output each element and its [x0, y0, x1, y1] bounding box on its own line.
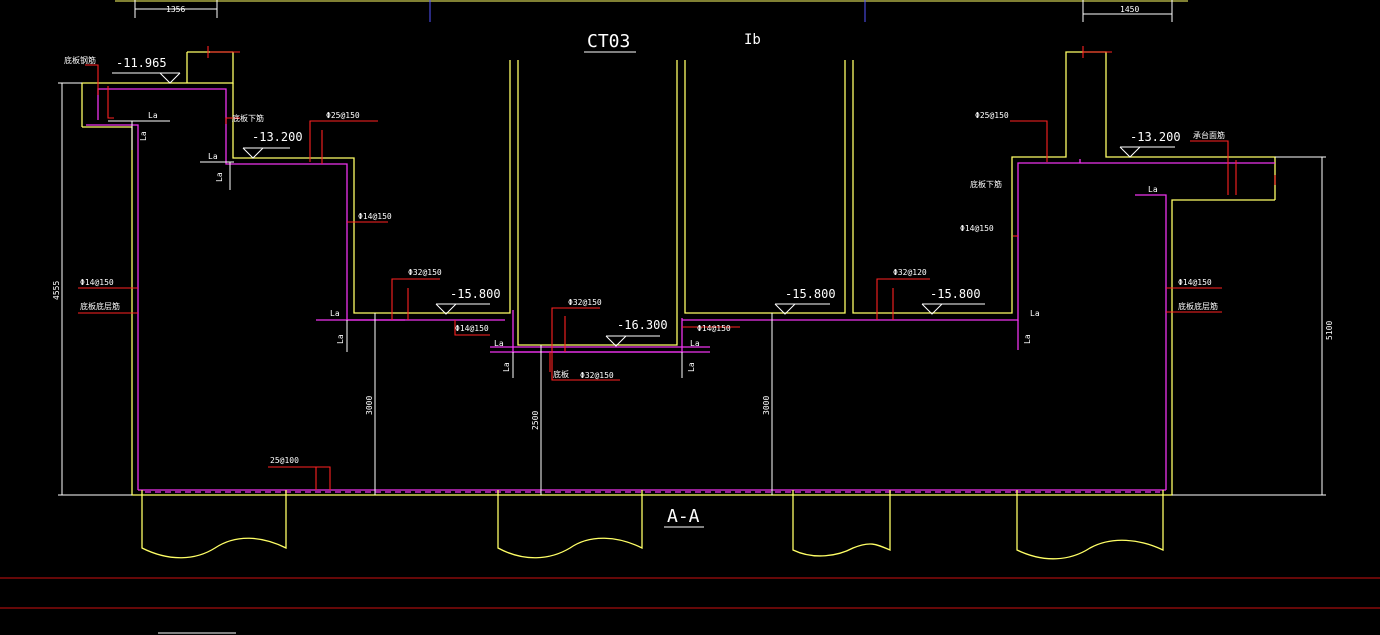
- level-right-step: -13.200: [1130, 130, 1181, 144]
- rebar-pit-right: Φ14@150: [697, 324, 731, 333]
- rebar-pit-bottom: Φ32@150: [580, 371, 614, 380]
- rebar-left-slab: Φ14@150: [455, 324, 489, 333]
- dim-left-height: 4555: [52, 281, 61, 300]
- dim-mid-b: 2500: [531, 411, 540, 430]
- note-left-outer: 底板底层筋: [80, 301, 120, 311]
- level-markers: -11.965 -13.200 -15.800 -16.300 -15.800 …: [112, 56, 1181, 347]
- top-dim-left: 1356: [166, 5, 185, 14]
- rebar-right-top: Φ25@150: [975, 111, 1009, 120]
- la-label-9: La: [690, 339, 700, 348]
- rebar-left-wall: Φ14@150: [358, 212, 392, 221]
- la-label-7: La: [494, 339, 504, 348]
- top-dim-right: 1450: [1120, 5, 1139, 14]
- dim-mid-a: 3000: [365, 396, 374, 415]
- la-label-2: La: [139, 131, 148, 141]
- la-label-5: La: [330, 309, 340, 318]
- note-left-top: 底板钢筋: [64, 55, 96, 65]
- la-label-3: La: [208, 152, 218, 161]
- level-left-step: -13.200: [252, 130, 303, 144]
- dimension-lines: 4555 5100 3000 2500 3000: [52, 82, 1334, 496]
- rebar-left-top: Φ25@150: [326, 111, 360, 120]
- note-pit-bottom: 底板: [553, 369, 569, 379]
- rebar-pit: Φ32@150: [568, 298, 602, 307]
- rebar-left-mid: Φ32@150: [408, 268, 442, 277]
- la-label-12: La: [1023, 334, 1032, 344]
- dim-mid-c: 3000: [762, 396, 771, 415]
- note-left-step: 底板下筋: [232, 113, 264, 123]
- la-label-1: La: [148, 111, 158, 120]
- rebar-bottom: 25@100: [270, 456, 299, 465]
- rebar-left-outer: Φ14@150: [80, 278, 114, 287]
- level-mid-left: -15.800: [450, 287, 501, 301]
- level-pit: -16.300: [617, 318, 668, 332]
- anchor-markers: La La La La La La La La La La La La La: [108, 111, 1158, 378]
- cad-section-drawing: 1356 1450 CT03 Ib A-A -11.965 -13.200 -1…: [0, 0, 1380, 634]
- cap-label: CT03: [587, 31, 630, 52]
- level-right-inner: -15.800: [930, 287, 981, 301]
- note-right-outer: 底板底层筋: [1178, 301, 1218, 311]
- la-label-11: La: [1030, 309, 1040, 318]
- la-label-13: La: [1148, 185, 1158, 194]
- la-label-8: La: [502, 362, 511, 372]
- section-label: A-A: [667, 506, 700, 527]
- cap-sub-label: Ib: [744, 32, 761, 48]
- level-left-top: -11.965: [116, 56, 167, 70]
- rebar-lines: [86, 88, 1275, 493]
- rebar-right-outer: Φ14@150: [1178, 278, 1212, 287]
- la-label-6: La: [336, 334, 345, 344]
- level-mid-right: -15.800: [785, 287, 836, 301]
- rebar-right-wall: Φ14@150: [960, 224, 994, 233]
- piles: [141, 490, 1164, 560]
- note-right-step: 底板下筋: [970, 179, 1002, 189]
- la-label-4: La: [215, 172, 224, 182]
- top-dimension-strip: 1356 1450: [115, 0, 1188, 22]
- rebar-right-mid: Φ32@120: [893, 268, 927, 277]
- note-right-top: 承台面筋: [1193, 130, 1225, 140]
- la-label-10: La: [687, 362, 696, 372]
- dim-right-height: 5100: [1325, 321, 1334, 340]
